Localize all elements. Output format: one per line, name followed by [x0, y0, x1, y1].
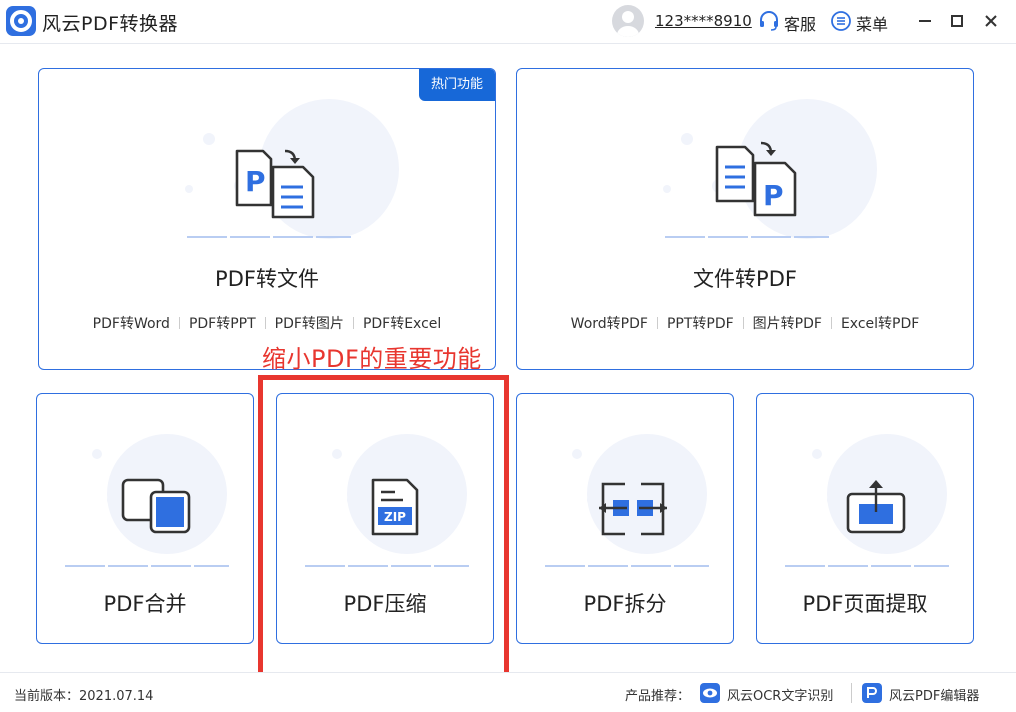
pdf-to-ppt-link[interactable]: PDF转PPT — [189, 316, 256, 332]
ppt-to-pdf-link[interactable]: PPT转PDF — [667, 316, 734, 332]
card-sub-links: PDF转Word PDF转PPT PDF转图片 PDF转Excel — [39, 313, 495, 333]
title-bar: 风云PDF转换器 123****8910 客服 菜单 — [0, 0, 1016, 44]
merge-icon — [121, 478, 191, 534]
card-title: PDF转文件 — [215, 267, 319, 291]
pdf-to-document-icon: P — [235, 149, 315, 219]
maximize-icon[interactable] — [946, 10, 968, 32]
footer-divider — [851, 683, 852, 703]
service-button[interactable]: 客服 — [784, 11, 816, 35]
version-text: 当前版本：2021.07.14 — [14, 689, 154, 704]
annotation-text: 缩小PDF的重要功能 — [262, 345, 482, 373]
card-title: 文件转PDF — [693, 267, 797, 291]
ocr-eye-icon[interactable] — [700, 683, 720, 703]
svg-text:P: P — [763, 179, 784, 212]
close-icon[interactable] — [980, 10, 1002, 32]
avatar[interactable] — [612, 5, 644, 37]
card-title: PDF拆分 — [583, 592, 667, 616]
card-divider — [785, 565, 949, 567]
headset-icon[interactable] — [758, 10, 780, 36]
pdf-editor-product-link[interactable]: 风云PDF编辑器 — [889, 685, 979, 704]
ocr-product-link[interactable]: 风云OCR文字识别 — [727, 685, 833, 704]
app-title: 风云PDF转换器 — [42, 13, 179, 35]
menu-button[interactable]: 菜单 — [856, 11, 888, 35]
image-to-pdf-link[interactable]: 图片转PDF — [753, 316, 822, 332]
account-link[interactable]: 123****8910 — [655, 12, 752, 30]
excel-to-pdf-link[interactable]: Excel转PDF — [841, 316, 919, 332]
footer-bar: 当前版本：2021.07.14 产品推荐： 风云OCR文字识别 风云PDF编辑器 — [0, 672, 1016, 712]
card-divider — [665, 236, 829, 238]
card-title: PDF页面提取 — [802, 592, 928, 616]
pdf-to-excel-link[interactable]: PDF转Excel — [363, 316, 441, 332]
extract-page-icon — [846, 480, 906, 534]
card-file-to-pdf[interactable]: P 文件转PDF Word转PDF PPT转PDF 图片转PDF Excel转PDF — [516, 68, 974, 370]
minimize-icon[interactable] — [914, 10, 936, 32]
pdf-editor-icon[interactable] — [862, 683, 882, 703]
document-to-pdf-icon: P — [715, 141, 797, 217]
card-divider — [187, 236, 351, 238]
card-pdf-merge[interactable]: PDF合并 — [36, 393, 254, 644]
card-sub-links: Word转PDF PPT转PDF 图片转PDF Excel转PDF — [517, 313, 973, 333]
highlight-box — [258, 375, 509, 680]
pdf-to-word-link[interactable]: PDF转Word — [93, 316, 170, 332]
app-logo-icon — [6, 6, 36, 36]
card-divider — [65, 565, 229, 567]
split-icon — [599, 482, 667, 536]
card-pdf-split[interactable]: PDF拆分 — [516, 393, 734, 644]
card-title: PDF合并 — [103, 592, 187, 616]
pdf-to-image-link[interactable]: PDF转图片 — [275, 316, 344, 332]
word-to-pdf-link[interactable]: Word转PDF — [571, 316, 648, 332]
recommend-label: 产品推荐： — [625, 689, 691, 704]
card-divider — [545, 565, 709, 567]
card-pdf-extract[interactable]: PDF页面提取 — [756, 393, 974, 644]
card-pdf-to-file[interactable]: 热门功能 P PDF转文件 PDF转Word PDF转PPT PDF转图片 PDF转E… — [38, 68, 496, 370]
hot-feature-badge: 热门功能 — [419, 69, 495, 101]
menu-icon[interactable] — [830, 10, 852, 36]
svg-text:P: P — [245, 165, 266, 198]
